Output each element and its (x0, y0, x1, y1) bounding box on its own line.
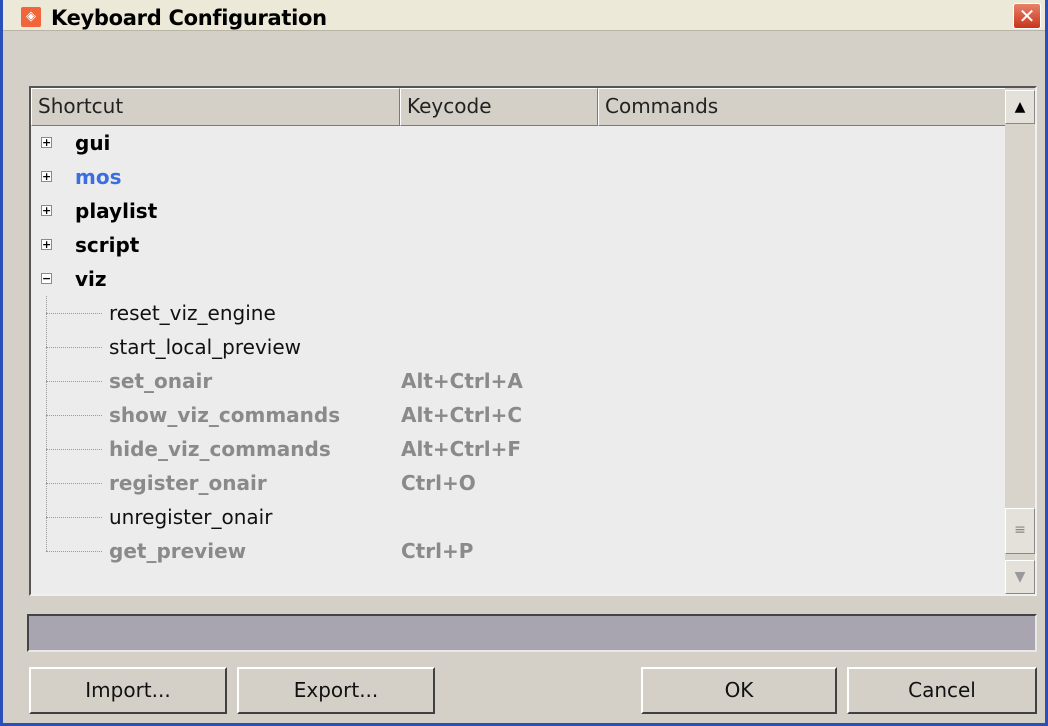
tree-rows: + gui + mos + playlist + script − viz re (31, 126, 1007, 568)
tree-item-get-preview[interactable]: get_preview Ctrl+P (31, 534, 1007, 568)
tree-group-gui[interactable]: + gui (31, 126, 1007, 160)
tree-item-register-onair[interactable]: register_onair Ctrl+O (31, 466, 1007, 500)
tree-group-playlist[interactable]: + playlist (31, 194, 1007, 228)
keycode-value: Ctrl+O (401, 471, 476, 495)
group-label: gui (75, 131, 111, 155)
vertical-scrollbar[interactable]: ▲ ≡ ▼ (1005, 88, 1035, 594)
keyboard-config-window: ◈ Keyboard Configuration ✕ Shortcut Keyc… (0, 0, 1048, 726)
shortcut-name: reset_viz_engine (109, 301, 276, 325)
tree-group-viz[interactable]: − viz (31, 262, 1007, 296)
tree-connector (46, 381, 102, 382)
tree-group-script[interactable]: + script (31, 228, 1007, 262)
import-button[interactable]: Import... (29, 667, 227, 714)
shortcut-name: hide_viz_commands (109, 437, 331, 461)
column-header-shortcut[interactable]: Shortcut (31, 88, 400, 126)
expand-icon[interactable]: + (41, 137, 52, 148)
tree-connector (46, 313, 102, 314)
tree-connector (46, 415, 102, 416)
shortcut-name: show_viz_commands (109, 403, 341, 427)
tree-connector (46, 347, 102, 348)
tree-item-show-viz-commands[interactable]: show_viz_commands Alt+Ctrl+C (31, 398, 1007, 432)
keycode-value: Alt+Ctrl+A (401, 369, 523, 393)
shortcut-tree-table[interactable]: Shortcut Keycode Commands + gui + mos + … (29, 86, 1037, 596)
window-title: Keyboard Configuration (51, 6, 327, 30)
status-bar (27, 614, 1037, 652)
collapse-icon[interactable]: − (41, 273, 52, 284)
tree-connector (46, 551, 102, 552)
tree-item-start-local-preview[interactable]: start_local_preview (31, 330, 1007, 364)
ok-button[interactable]: OK (641, 667, 837, 714)
tree-item-unregister-onair[interactable]: unregister_onair (31, 500, 1007, 534)
expand-icon[interactable]: + (41, 239, 52, 250)
tree-item-hide-viz-commands[interactable]: hide_viz_commands Alt+Ctrl+F (31, 432, 1007, 466)
group-label: script (75, 233, 140, 257)
tree-item-set-onair[interactable]: set_onair Alt+Ctrl+A (31, 364, 1007, 398)
close-button[interactable]: ✕ (1013, 3, 1041, 29)
tree-connector (46, 517, 102, 518)
expand-icon[interactable]: + (41, 205, 52, 216)
table-header: Shortcut Keycode Commands (31, 88, 1007, 126)
group-label: mos (75, 165, 122, 189)
column-header-commands[interactable]: Commands (598, 88, 1007, 126)
shortcut-name: unregister_onair (109, 505, 273, 529)
cancel-button[interactable]: Cancel (847, 667, 1037, 714)
keycode-value: Ctrl+P (401, 539, 474, 563)
group-label: viz (75, 267, 107, 291)
app-icon: ◈ (21, 7, 41, 27)
scroll-up-arrow-icon[interactable]: ▲ (1005, 90, 1035, 124)
tree-connector (46, 449, 102, 450)
shortcut-name: start_local_preview (109, 335, 302, 359)
keycode-value: Alt+Ctrl+F (401, 437, 522, 461)
group-label: playlist (75, 199, 158, 223)
expand-icon[interactable]: + (41, 171, 52, 182)
shortcut-name: get_preview (109, 539, 247, 563)
tree-group-mos[interactable]: + mos (31, 160, 1007, 194)
shortcut-name: set_onair (109, 369, 213, 393)
keycode-value: Alt+Ctrl+C (401, 403, 523, 427)
column-header-keycode[interactable]: Keycode (400, 88, 598, 126)
shortcut-name: register_onair (109, 471, 267, 495)
scroll-down-arrow-icon[interactable]: ▼ (1005, 560, 1035, 594)
tree-connector (46, 483, 102, 484)
title-bar: ◈ Keyboard Configuration ✕ (3, 0, 1045, 31)
tree-item-reset-viz-engine[interactable]: reset_viz_engine (31, 296, 1007, 330)
scroll-thumb[interactable]: ≡ (1005, 508, 1035, 554)
export-button[interactable]: Export... (237, 667, 435, 714)
